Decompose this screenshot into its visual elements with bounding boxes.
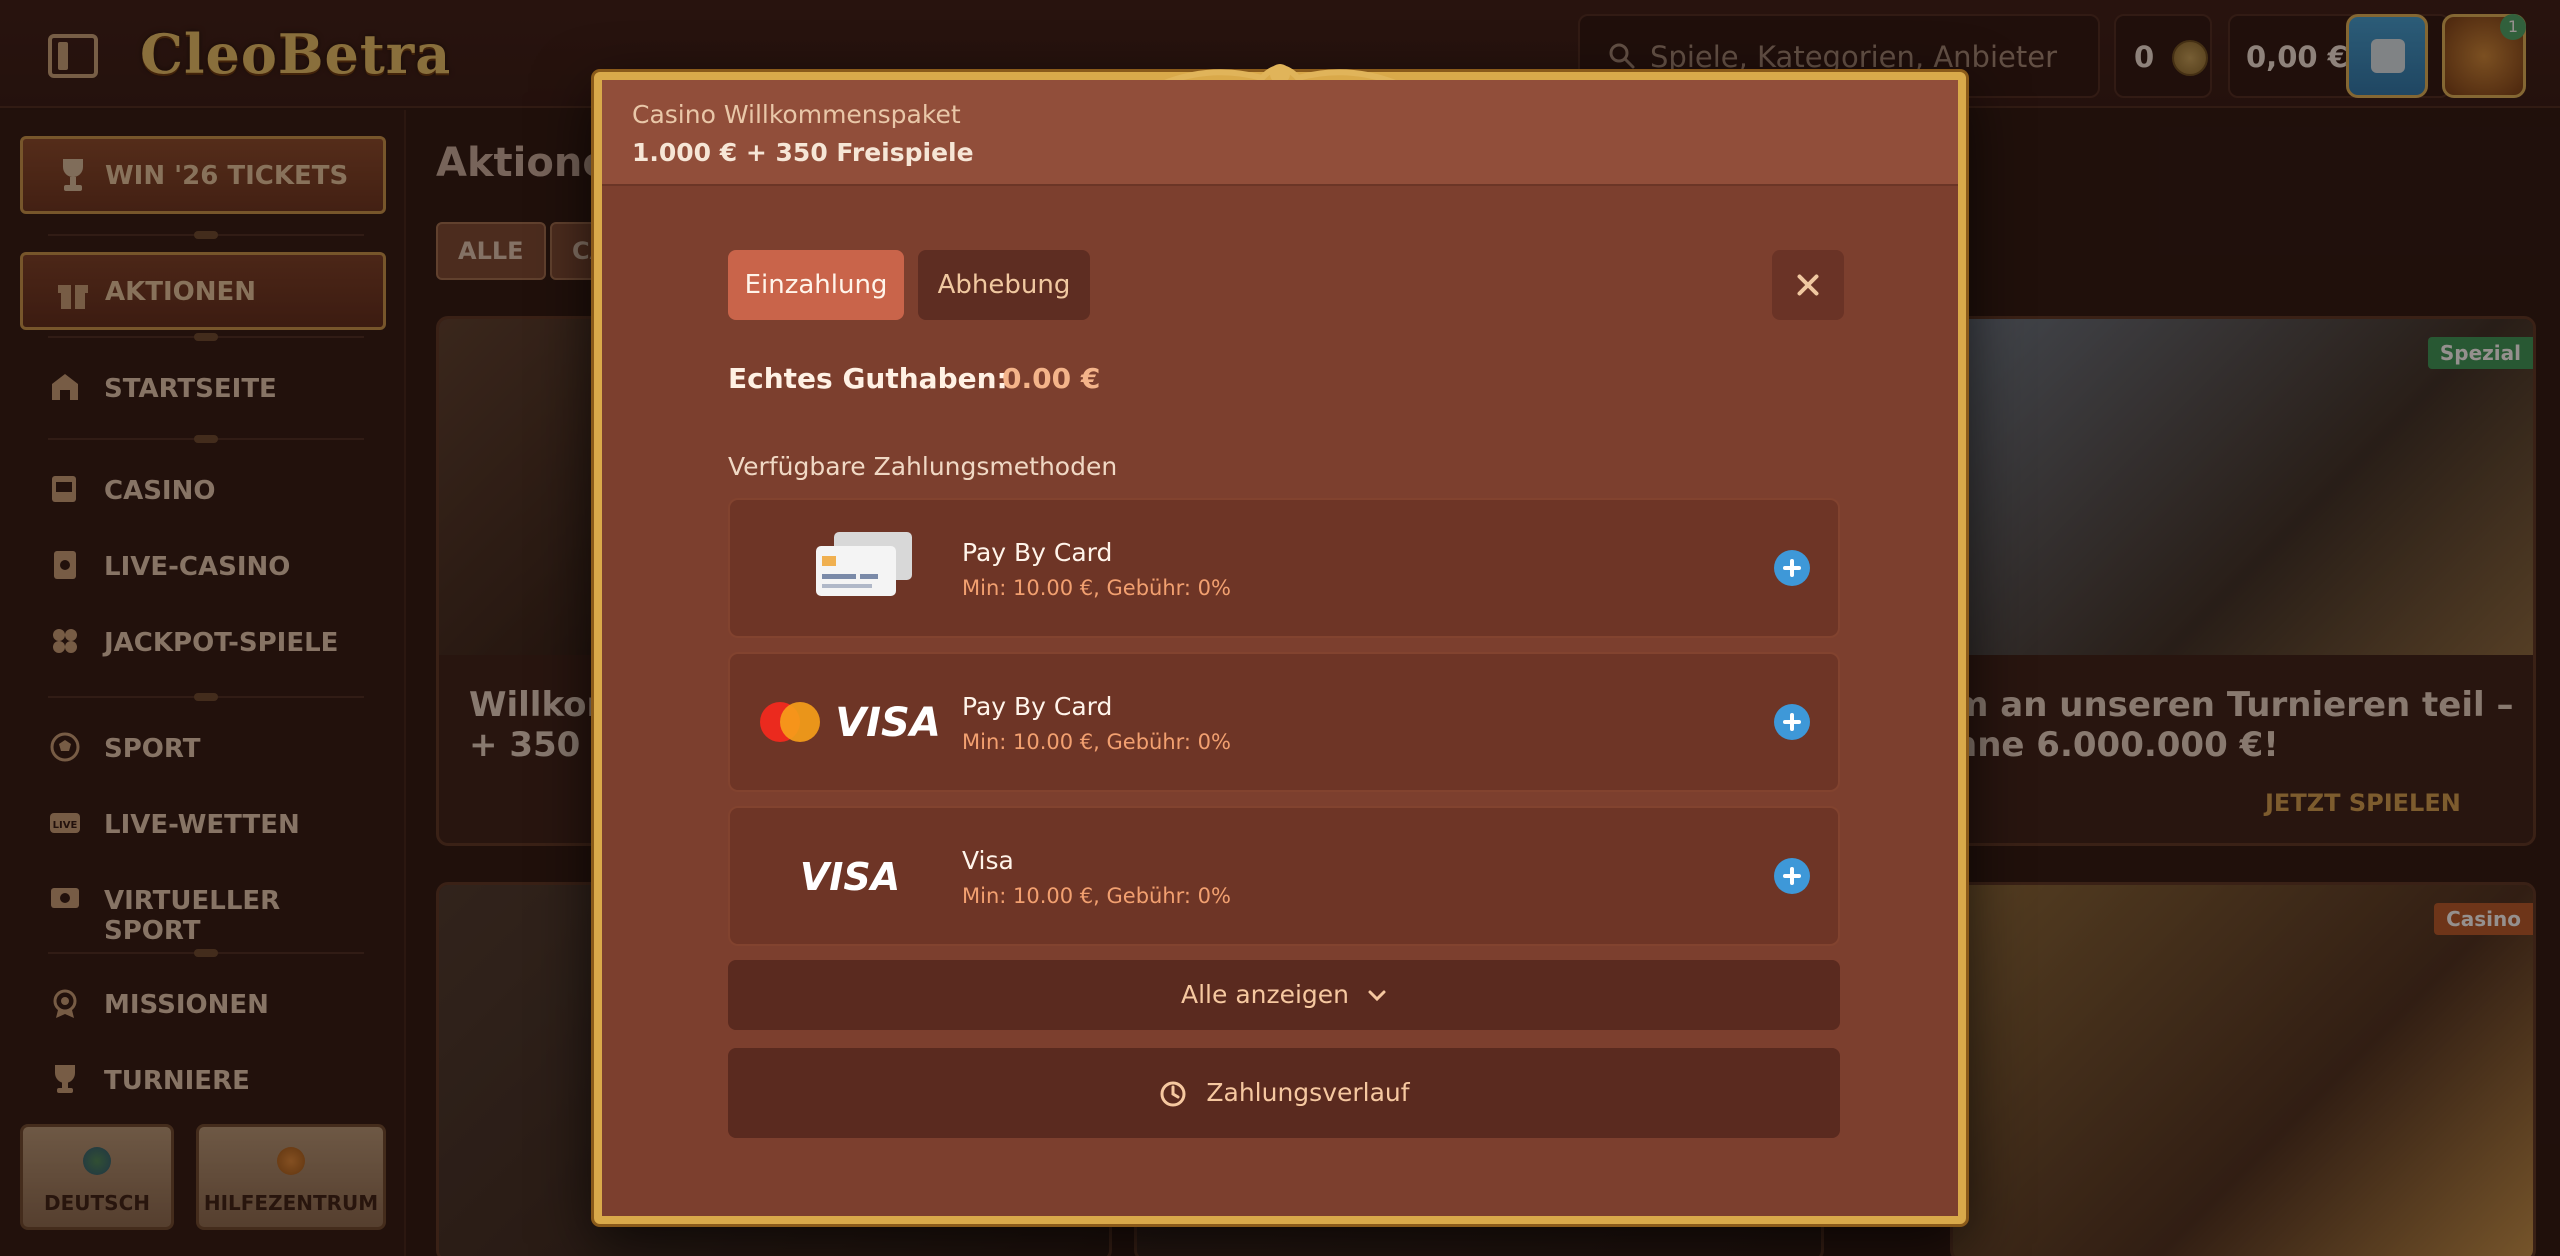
method-meta: Min: 10.00 €, Gebühr: 0% <box>962 576 1231 600</box>
show-all-button[interactable]: Alle anzeigen <box>728 960 1840 1030</box>
payment-modal: Casino Willkommenspaket 1.000 € + 350 Fr… <box>594 64 1966 1224</box>
history-icon <box>1160 1081 1186 1107</box>
balance-amount: 0.00 € <box>1002 362 1101 395</box>
history-label: Zahlungsverlauf <box>1206 1078 1410 1107</box>
mastercard-visa-logo: VISA <box>760 700 941 746</box>
bonus-subtitle: 1.000 € + 350 Freispiele <box>632 138 974 167</box>
method-name: Visa <box>962 846 1014 875</box>
svg-text:VISA: VISA <box>800 855 900 899</box>
show-all-label: Alle anzeigen <box>1181 980 1350 1009</box>
add-icon[interactable] <box>1774 550 1810 586</box>
add-icon[interactable] <box>1774 704 1810 740</box>
add-icon[interactable] <box>1774 858 1810 894</box>
payment-history-button[interactable]: Zahlungsverlauf <box>728 1048 1840 1138</box>
method-meta: Min: 10.00 €, Gebühr: 0% <box>962 884 1231 908</box>
methods-title: Verfügbare Zahlungsmethoden <box>728 452 1118 481</box>
chevron-down-icon <box>1368 990 1386 1002</box>
close-button[interactable] <box>1772 250 1844 320</box>
payment-method-mastercard-visa[interactable]: VISA Pay By Card Min: 10.00 €, Gebühr: 0… <box>728 652 1840 792</box>
payment-method-visa[interactable]: VISA Visa Min: 10.00 €, Gebühr: 0% <box>728 806 1840 946</box>
visa-logo: VISA <box>800 855 900 899</box>
tab-withdrawal[interactable]: Abhebung <box>918 250 1090 320</box>
payment-method-card[interactable]: Pay By Card Min: 10.00 €, Gebühr: 0% <box>728 498 1840 638</box>
real-balance: Echtes Guthaben: 0.00 € <box>728 362 1100 395</box>
method-name: Pay By Card <box>962 538 1113 567</box>
method-name: Pay By Card <box>962 692 1113 721</box>
bonus-title: Casino Willkommenspaket <box>632 100 961 129</box>
balance-label: Echtes Guthaben: <box>728 362 1008 395</box>
tab-deposit[interactable]: Einzahlung <box>728 250 904 320</box>
method-meta: Min: 10.00 €, Gebühr: 0% <box>962 730 1231 754</box>
svg-text:VISA: VISA <box>835 700 941 746</box>
card-icon <box>816 532 912 596</box>
modal-header: Casino Willkommenspaket 1.000 € + 350 Fr… <box>602 80 1958 186</box>
